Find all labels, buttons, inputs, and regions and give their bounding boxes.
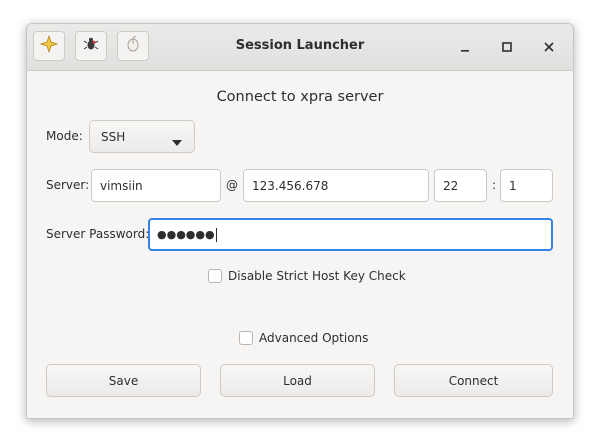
port-field[interactable]	[434, 169, 487, 202]
mode-value: SSH	[101, 130, 126, 144]
strict-host-label: Disable Strict Host Key Check	[228, 269, 406, 283]
minimize-icon	[459, 38, 471, 57]
maximize-button[interactable]	[496, 36, 518, 58]
username-field[interactable]	[91, 169, 221, 202]
chevron-down-icon	[172, 135, 182, 149]
save-button[interactable]: Save	[46, 364, 201, 397]
strict-host-checkbox[interactable]	[208, 269, 222, 283]
advanced-options-checkbox[interactable]	[239, 331, 253, 345]
connect-button[interactable]: Connect	[394, 364, 553, 397]
load-button[interactable]: Load	[220, 364, 375, 397]
strict-host-check-row[interactable]: Disable Strict Host Key Check	[208, 269, 406, 283]
mode-dropdown[interactable]: SSH	[89, 120, 195, 153]
dialog-heading: Connect to xpra server	[216, 89, 384, 105]
session-launcher-window: Session Launcher Connect to xpra server …	[26, 23, 574, 419]
at-separator: @	[226, 178, 238, 192]
title-bar: Session Launcher	[27, 24, 573, 71]
display-field[interactable]	[500, 169, 553, 202]
close-button[interactable]	[538, 36, 560, 58]
mode-label: Mode:	[46, 129, 83, 143]
password-field[interactable]: ●●●●●●	[148, 218, 553, 251]
host-field[interactable]	[243, 169, 429, 202]
minimize-button[interactable]	[454, 36, 476, 58]
maximize-icon	[501, 38, 513, 57]
server-label: Server:	[46, 178, 90, 192]
advanced-options-label: Advanced Options	[259, 331, 369, 345]
advanced-options-row[interactable]: Advanced Options	[239, 331, 368, 345]
colon-separator: :	[492, 178, 497, 192]
text-caret	[215, 227, 217, 242]
password-masked-value: ●●●●●●	[157, 228, 215, 241]
password-label: Server Password:	[46, 227, 150, 241]
close-icon	[543, 38, 555, 57]
window-title: Session Launcher	[235, 38, 365, 53]
